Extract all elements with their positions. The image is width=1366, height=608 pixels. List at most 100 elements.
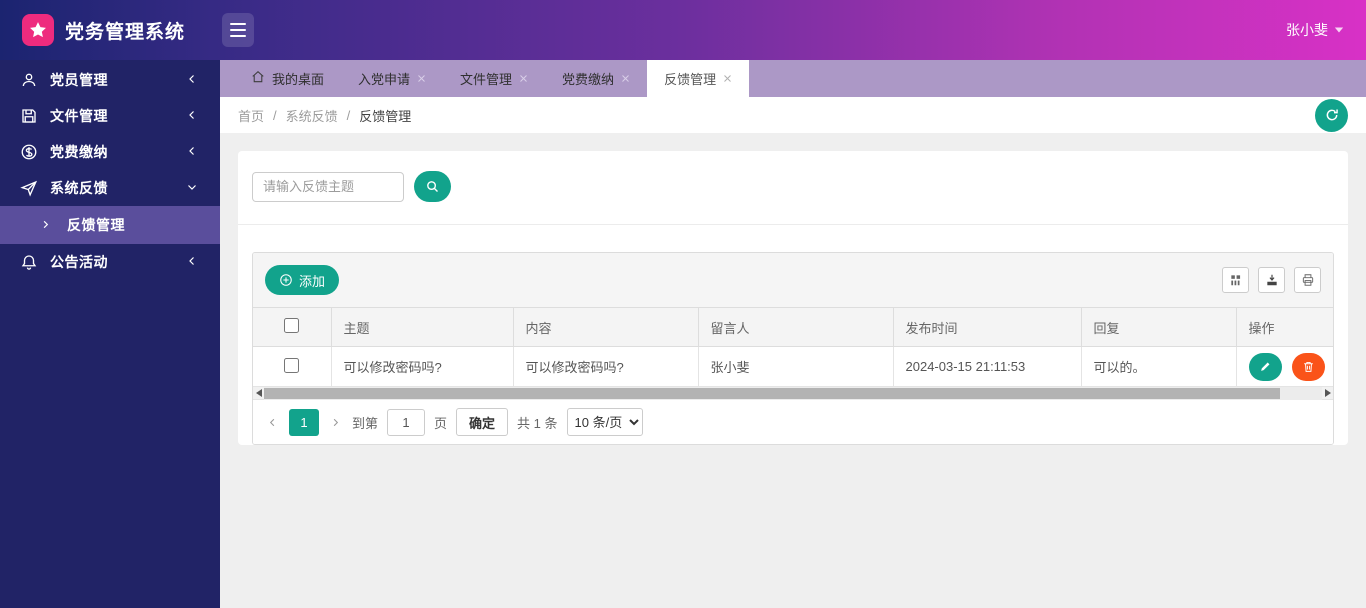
cell-content: 可以修改密码吗? <box>513 346 699 387</box>
tab-label: 反馈管理 <box>664 72 717 87</box>
delete-button[interactable] <box>1292 352 1326 381</box>
header: 党务管理系统 张小斐 <box>0 0 1366 60</box>
sidebar-item-files[interactable]: 文件管理 <box>0 98 220 134</box>
chevron-left-icon <box>186 108 198 124</box>
scrollbar-thumb[interactable] <box>264 387 1280 399</box>
select-all-checkbox[interactable] <box>284 318 300 333</box>
app-title: 党务管理系统 <box>65 21 186 43</box>
table-header-row: 主题 内容 留言人 发布时间 回复 操作 <box>253 307 1333 347</box>
tab-desktop[interactable]: 我的桌面 <box>234 60 341 97</box>
sidebar-item-label: 党员管理 <box>50 72 108 88</box>
cell-author: 张小斐 <box>698 346 894 387</box>
row-checkbox[interactable] <box>284 357 300 373</box>
close-icon[interactable] <box>417 71 426 86</box>
refresh-button[interactable] <box>1315 98 1348 132</box>
prev-page-button[interactable] <box>265 415 280 430</box>
sidebar-item-feedback[interactable]: 系统反馈 <box>0 170 220 206</box>
confirm-button[interactable]: 确定 <box>456 408 509 436</box>
breadcrumb-separator: / <box>273 107 277 123</box>
close-icon[interactable] <box>723 71 732 86</box>
chevron-left-icon <box>186 72 198 88</box>
sidebar-item-label: 党费缴纳 <box>50 144 108 160</box>
tab-label: 党费缴纳 <box>562 72 615 87</box>
breadcrumb-section[interactable]: 系统反馈 <box>286 106 338 125</box>
sidebar-subitem-label: 反馈管理 <box>67 217 125 233</box>
app-root: 党务管理系统 张小斐 党员管理 文件管理 党费缴纳 系统反馈 反馈管理 公告活动… <box>0 0 1366 608</box>
scroll-left-arrow[interactable] <box>253 387 264 400</box>
next-page-button[interactable] <box>328 415 343 430</box>
user-menu[interactable]: 张小斐 <box>1286 20 1366 40</box>
page-size-select[interactable]: 10 条/页 <box>566 408 643 436</box>
chevron-right-icon <box>40 217 51 233</box>
column-header-reply: 回复 <box>1081 307 1237 347</box>
print-button[interactable] <box>1294 267 1321 293</box>
content: 我的桌面 入党申请 文件管理 党费缴纳 反馈管理 首页 / 系统反馈 / 反馈管… <box>220 60 1366 608</box>
page-unit-label: 页 <box>434 415 448 431</box>
select-all-header <box>253 307 332 347</box>
main: 党员管理 文件管理 党费缴纳 系统反馈 反馈管理 公告活动 我的桌面 入党申请 … <box>0 60 1366 608</box>
breadcrumb-separator: / <box>346 107 351 123</box>
columns-icon <box>1230 275 1240 286</box>
pencil-icon <box>1260 362 1269 371</box>
breadcrumb: 首页 / 系统反馈 / 反馈管理 <box>238 106 411 125</box>
sidebar-item-dues[interactable]: 党费缴纳 <box>0 134 220 170</box>
tab-application[interactable]: 入党申请 <box>341 60 443 97</box>
column-header-time: 发布时间 <box>893 307 1082 347</box>
trash-icon <box>1304 361 1313 372</box>
sidebar-item-label: 系统反馈 <box>50 180 108 196</box>
brand: 党务管理系统 <box>0 14 220 46</box>
breadcrumb-home[interactable]: 首页 <box>238 106 264 125</box>
export-button[interactable] <box>1258 267 1285 293</box>
tabbar: 我的桌面 入党申请 文件管理 党费缴纳 反馈管理 <box>220 60 1366 97</box>
sidebar-item-members[interactable]: 党员管理 <box>0 62 220 98</box>
column-header-subject: 主题 <box>331 307 514 347</box>
search-input[interactable] <box>252 171 404 202</box>
search-row <box>252 151 1334 224</box>
breadcrumb-bar: 首页 / 系统反馈 / 反馈管理 <box>220 97 1366 133</box>
tab-label: 我的桌面 <box>272 72 325 87</box>
tab-dues[interactable]: 党费缴纳 <box>545 60 647 97</box>
add-button[interactable]: 添加 <box>265 265 340 295</box>
sidebar-item-label: 文件管理 <box>50 108 108 124</box>
tab-label: 入党申请 <box>358 72 411 87</box>
search-icon <box>427 181 438 192</box>
columns-toggle-button[interactable] <box>1222 267 1249 293</box>
divider <box>238 224 1348 225</box>
tab-label: 文件管理 <box>460 72 513 87</box>
scrollbar-track[interactable] <box>264 386 1322 400</box>
feedback-card: 添加 <box>238 151 1348 445</box>
sidebar-toggle-button[interactable] <box>222 13 254 47</box>
cell-actions <box>1236 346 1333 387</box>
search-button[interactable] <box>414 171 451 202</box>
user-icon <box>20 71 38 89</box>
table-panel: 添加 主题 内容 留言人 发布时间 回复 操作 可以修改密码吗? 可以修改密码吗… <box>252 252 1334 445</box>
export-icon <box>1266 274 1277 286</box>
edit-button[interactable] <box>1248 352 1282 381</box>
pagination: 1 到第 页 确定 共 1 条 10 条/页 <box>253 400 1333 444</box>
chevron-down-icon <box>186 180 198 196</box>
dollar-icon <box>20 143 38 161</box>
cell-subject: 可以修改密码吗? <box>331 346 514 387</box>
table-row: 可以修改密码吗? 可以修改密码吗? 张小斐 2024-03-15 21:11:5… <box>253 346 1333 387</box>
close-icon[interactable] <box>621 71 630 86</box>
feedback-table: 主题 内容 留言人 发布时间 回复 操作 可以修改密码吗? 可以修改密码吗? 张… <box>253 307 1333 387</box>
column-header-content: 内容 <box>513 307 699 347</box>
refresh-icon <box>1326 109 1338 121</box>
caret-down-icon <box>1334 27 1344 33</box>
goto-page-input[interactable] <box>387 408 426 436</box>
app-logo-icon <box>22 14 54 46</box>
tab-files[interactable]: 文件管理 <box>443 60 545 97</box>
row-select-cell <box>253 346 332 387</box>
scroll-right-arrow[interactable] <box>1322 387 1333 400</box>
tab-feedback-management[interactable]: 反馈管理 <box>647 60 750 97</box>
chevron-right-icon <box>333 418 339 426</box>
sidebar-item-announcements[interactable]: 公告活动 <box>0 244 220 280</box>
page-number-button[interactable]: 1 <box>289 408 319 436</box>
sidebar-subitem-feedback-management[interactable]: 反馈管理 <box>0 206 220 244</box>
home-icon <box>251 70 265 87</box>
close-icon[interactable] <box>519 71 528 86</box>
sidebar-item-label: 公告活动 <box>50 254 108 270</box>
cell-reply: 可以的。 <box>1081 346 1237 387</box>
goto-label: 到第 <box>352 415 379 431</box>
page-body: 添加 <box>220 133 1366 608</box>
